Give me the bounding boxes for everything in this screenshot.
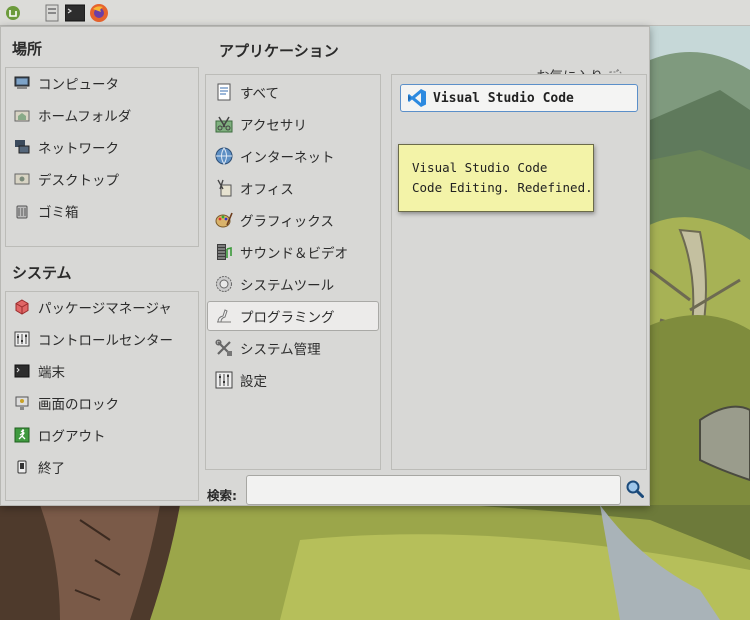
quit-icon [13, 458, 31, 476]
places-item-label: ゴミ箱 [38, 205, 79, 221]
desktop-icon [13, 170, 31, 188]
computer-icon [13, 74, 31, 92]
category-programming[interactable]: プログラミング [207, 301, 379, 331]
terminal-icon [13, 362, 31, 380]
sound-video-icon [215, 243, 233, 261]
system-item-label: 画面のロック [38, 397, 119, 413]
category-label: システムツール [240, 278, 335, 294]
system-item-label: コントロールセンター [38, 333, 173, 349]
top-panel [0, 0, 750, 26]
system-item-label: 端末 [38, 365, 65, 381]
category-label: サウンド＆ビデオ [240, 246, 348, 262]
internet-icon [215, 147, 233, 165]
network-icon [13, 138, 31, 156]
category-label: グラフィックス [240, 214, 334, 230]
app-tooltip: Visual Studio Code Code Editing. Redefin… [398, 144, 594, 212]
category-label: すべて [240, 86, 280, 102]
places-item-desktop[interactable]: デスクトップ [6, 165, 198, 193]
places-item-network[interactable]: ネットワーク [6, 133, 198, 161]
app-label: Visual Studio Code [433, 90, 574, 106]
places-item-computer[interactable]: コンピュータ [6, 69, 198, 97]
mint-menu-icon[interactable] [2, 2, 24, 24]
terminal-icon[interactable] [64, 2, 86, 24]
logout-icon [13, 426, 31, 444]
system-item-package-manager[interactable]: パッケージマネージャ [6, 293, 198, 321]
category-system-tools[interactable]: システムツール [208, 270, 378, 298]
places-item-label: ホームフォルダ [38, 109, 132, 125]
applications-list [391, 74, 647, 470]
trash-icon [13, 202, 31, 220]
system-tools-icon [215, 275, 233, 293]
category-office[interactable]: オフィス [208, 174, 378, 202]
system-item-terminal[interactable]: 端末 [6, 357, 198, 385]
system-item-label: パッケージマネージャ [38, 301, 172, 317]
category-label: 設定 [240, 374, 267, 390]
office-icon [215, 179, 233, 197]
vscode-icon [407, 88, 427, 108]
application-menu: 場所 コンピュータ ホームフォルダ ネットワーク デスクトップ ゴミ箱 システム… [0, 26, 650, 506]
system-item-label: 終了 [38, 461, 65, 477]
system-item-control-center[interactable]: コントロールセンター [6, 325, 198, 353]
administration-icon [215, 339, 233, 357]
tooltip-description: Code Editing. Redefined. [412, 180, 593, 195]
search-icon[interactable] [626, 480, 644, 502]
system-item-quit[interactable]: 終了 [6, 453, 198, 481]
categories-list: すべて アクセサリ インターネット オフィス グラフィックス サウンド＆ビデオ … [205, 74, 381, 470]
category-label: アクセサリ [240, 118, 307, 134]
category-administration[interactable]: システム管理 [208, 334, 378, 362]
category-graphics[interactable]: グラフィックス [208, 206, 378, 234]
category-accessories[interactable]: アクセサリ [208, 110, 378, 138]
search-label: 検索: [207, 488, 237, 503]
places-item-label: デスクトップ [38, 173, 119, 189]
category-label: システム管理 [240, 342, 321, 358]
places-list: コンピュータ ホームフォルダ ネットワーク デスクトップ ゴミ箱 [5, 67, 199, 247]
home-folder-icon [13, 106, 31, 124]
category-internet[interactable]: インターネット [208, 142, 378, 170]
category-label: プログラミング [240, 310, 335, 326]
system-item-logout[interactable]: ログアウト [6, 421, 198, 449]
accessories-icon [215, 115, 233, 133]
system-item-label: ログアウト [38, 429, 106, 445]
tooltip-title: Visual Studio Code [412, 160, 548, 175]
places-item-home-folder[interactable]: ホームフォルダ [6, 101, 198, 129]
app-visual-studio-code[interactable]: Visual Studio Code [400, 84, 638, 112]
system-list: パッケージマネージャ コントロールセンター 端末 画面のロック ログアウト 終了 [5, 291, 199, 501]
places-item-label: ネットワーク [38, 141, 119, 157]
programming-icon [215, 307, 233, 325]
category-all[interactable]: すべて [208, 78, 378, 106]
firefox-icon[interactable] [88, 2, 110, 24]
category-label: オフィス [240, 182, 294, 198]
files-icon[interactable] [42, 2, 62, 24]
applications-title: アプリケーション [219, 42, 339, 60]
settings-icon [215, 371, 233, 389]
lock-icon [13, 394, 31, 412]
system-item-lock-screen[interactable]: 画面のロック [6, 389, 198, 417]
category-settings[interactable]: 設定 [208, 366, 378, 394]
places-item-label: コンピュータ [38, 77, 119, 93]
package-icon [13, 298, 31, 316]
places-title: 場所 [12, 40, 43, 58]
places-item-trash[interactable]: ゴミ箱 [6, 197, 198, 225]
control-center-icon [13, 330, 31, 348]
all-apps-icon [215, 83, 233, 101]
system-title: システム [12, 264, 72, 282]
category-sound-video[interactable]: サウンド＆ビデオ [208, 238, 378, 266]
graphics-icon [215, 211, 233, 229]
category-label: インターネット [240, 150, 335, 166]
search-input[interactable] [246, 475, 621, 505]
